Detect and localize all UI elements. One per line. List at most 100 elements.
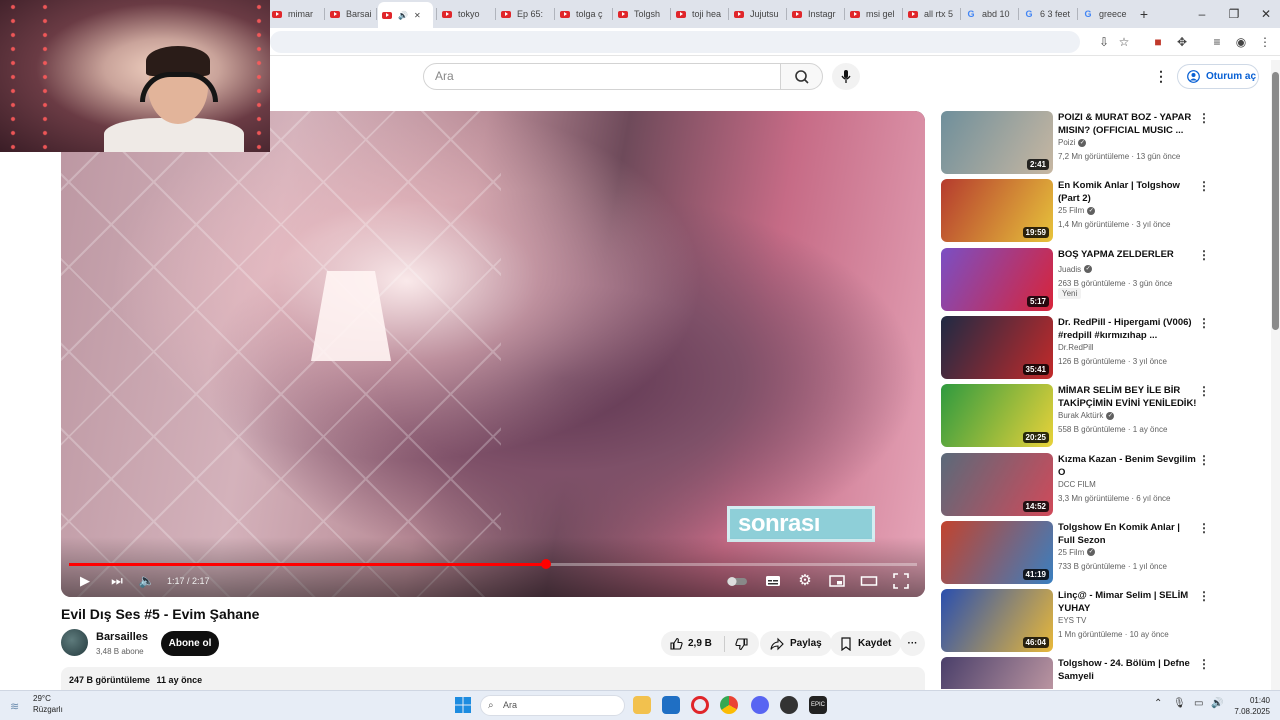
- github-desktop-icon[interactable]: [780, 696, 798, 714]
- suggestion-menu-icon[interactable]: ⋮: [1198, 111, 1210, 125]
- media-control-icon[interactable]: ≡: [1209, 34, 1225, 50]
- opera-gx-icon[interactable]: [691, 696, 709, 714]
- browser-menu-icon[interactable]: ⋮: [1257, 34, 1273, 50]
- suggestion-thumbnail[interactable]: 2:41: [941, 111, 1053, 174]
- profile-icon[interactable]: ◉: [1233, 34, 1249, 50]
- suggestion-title[interactable]: Tolgshow - 24. Bölüm | Defne Samyeli: [1058, 657, 1198, 683]
- file-explorer-icon[interactable]: [633, 696, 651, 714]
- suggestion-thumbnail[interactable]: 46:04: [941, 589, 1053, 653]
- bookmark-star-icon[interactable]: ☆: [1116, 34, 1132, 50]
- autoplay-toggle[interactable]: [725, 572, 749, 590]
- suggestion-item[interactable]: 2:41 POIZI & MURAT BOZ - YAPAR MISIN? (OF…: [941, 111, 1221, 175]
- like-button[interactable]: 2,9 B: [669, 637, 712, 651]
- discord-icon[interactable]: [751, 696, 769, 714]
- suggestion-menu-icon[interactable]: ⋮: [1198, 589, 1210, 603]
- microsoft-store-icon[interactable]: [662, 696, 680, 714]
- browser-tab[interactable]: Jujutsu: [730, 4, 784, 24]
- suggestion-title[interactable]: Tolgshow En Komik Anlar | Full Sezon: [1058, 521, 1198, 547]
- start-windows-icon[interactable]: [454, 696, 472, 714]
- suggestion-channel[interactable]: Poizi ✓: [1058, 138, 1087, 147]
- settings-gear-icon[interactable]: ⚙: [795, 572, 815, 590]
- browser-tab[interactable]: mimar: [268, 4, 322, 24]
- suggestion-menu-icon[interactable]: ⋮: [1198, 657, 1210, 671]
- more-actions-button[interactable]: ···: [900, 631, 925, 656]
- suggestion-item[interactable]: Tolgshow - 24. Bölüm | Defne Samyeli ⋮: [941, 657, 1221, 690]
- browser-tab[interactable]: G 6 3 feet: [1020, 4, 1074, 24]
- taskbar-search[interactable]: ⌕ Ara: [480, 695, 625, 716]
- search-button[interactable]: [780, 63, 823, 90]
- page-scrollbar[interactable]: [1271, 60, 1280, 690]
- address-bar[interactable]: [270, 31, 1080, 53]
- voice-search-button[interactable]: [832, 63, 860, 90]
- suggestion-item[interactable]: 20:25 MİMAR SELİM BEY İLE BİR TAKİPÇİMİN …: [941, 384, 1221, 448]
- suggestion-title[interactable]: POIZI & MURAT BOZ - YAPAR MISIN? (OFFICI…: [1058, 111, 1198, 137]
- save-button[interactable]: Kaydet: [830, 631, 902, 656]
- suggestion-title[interactable]: Kızma Kazan - Benim Sevgilim O: [1058, 453, 1198, 479]
- weather-widget[interactable]: ≋ 29°C Rüzgarlı: [10, 694, 63, 714]
- play-icon[interactable]: ▶: [75, 572, 95, 590]
- suggestion-title[interactable]: MİMAR SELİM BEY İLE BİR TAKİPÇİMİN EVİNİ…: [1058, 384, 1198, 410]
- suggestion-item[interactable]: 41:19 Tolgshow En Komik Anlar | Full Sezo…: [941, 520, 1221, 585]
- suggestion-item[interactable]: 35:41 Dr. RedPill - Hipergami (V006) #red…: [941, 315, 1221, 380]
- suggestion-menu-icon[interactable]: ⋮: [1198, 179, 1210, 193]
- browser-tab[interactable]: Tolgsh: [614, 4, 668, 24]
- suggestion-channel[interactable]: Dr.RedPill: [1058, 343, 1094, 352]
- browser-tab[interactable]: all rtx 5: [904, 4, 958, 24]
- channel-name[interactable]: Barsailles: [96, 631, 148, 643]
- suggestion-menu-icon[interactable]: ⋮: [1198, 316, 1210, 330]
- install-icon[interactable]: ⇩: [1096, 34, 1112, 50]
- fullscreen-icon[interactable]: [891, 572, 911, 590]
- tray-volume-icon[interactable]: 🔊: [1211, 698, 1223, 709]
- share-button[interactable]: Paylaş: [760, 631, 832, 656]
- suggestion-channel[interactable]: 25 Film ✓: [1058, 206, 1096, 215]
- browser-tab[interactable]: 🔊 ✕: [378, 2, 433, 28]
- sign-in-button[interactable]: Oturum aç: [1177, 64, 1259, 89]
- browser-tab[interactable]: msi gel: [846, 4, 900, 24]
- suggestion-channel[interactable]: Burak Aktürk ✓: [1058, 411, 1115, 420]
- progress-scrubber[interactable]: [540, 559, 551, 569]
- suggestion-thumbnail[interactable]: 20:25: [941, 384, 1053, 448]
- theater-mode-icon[interactable]: [859, 572, 879, 590]
- suggestion-item[interactable]: 19:59 En Komik Anlar | Tolgshow (Part 2) 2…: [941, 179, 1221, 243]
- browser-tab[interactable]: Ggreece: [1079, 4, 1133, 24]
- tab-audio-icon[interactable]: 🔊: [398, 11, 408, 20]
- browser-tab[interactable]: tokyo: [438, 4, 492, 24]
- browser-tab[interactable]: Instagr: [788, 4, 842, 24]
- chrome-icon[interactable]: [720, 696, 738, 714]
- suggestion-item[interactable]: 46:04 Linç@ - Mimar Selim | SELİM YUHAY EY…: [941, 589, 1221, 653]
- suggestion-channel[interactable]: DCC FILM: [1058, 480, 1096, 489]
- suggestion-thumbnail[interactable]: [941, 657, 1053, 690]
- new-tab-button[interactable]: +: [1130, 4, 1158, 24]
- channel-avatar[interactable]: [61, 629, 88, 656]
- extension-badge-icon[interactable]: ■: [1150, 34, 1166, 50]
- suggestion-title[interactable]: Linç@ - Mimar Selim | SELİM YUHAY: [1058, 589, 1198, 615]
- thumbs-down-icon[interactable]: [735, 637, 749, 651]
- suggestion-menu-icon[interactable]: ⋮: [1198, 453, 1210, 467]
- scrollbar-thumb[interactable]: [1272, 72, 1279, 330]
- browser-tab[interactable]: tolga ç: [556, 4, 610, 24]
- tab-close-icon[interactable]: ✕: [414, 11, 421, 20]
- suggestion-thumbnail[interactable]: 41:19: [941, 520, 1053, 584]
- minimize-button[interactable]: –: [1188, 4, 1216, 24]
- suggestion-title[interactable]: En Komik Anlar | Tolgshow (Part 2): [1058, 179, 1198, 205]
- suggestion-menu-icon[interactable]: ⋮: [1198, 384, 1210, 398]
- browser-tab[interactable]: Ep 65:: [497, 4, 551, 24]
- epic-games-icon[interactable]: EPIC: [809, 696, 827, 714]
- video-player[interactable]: sonrası ▶ ⏭ 🔈 1:17 / 2:17 ⚙: [61, 111, 925, 597]
- suggestion-channel[interactable]: Juadis ✓: [1058, 265, 1093, 274]
- close-window-button[interactable]: ✕: [1252, 4, 1280, 24]
- miniplayer-icon[interactable]: [827, 572, 847, 590]
- suggestion-thumbnail[interactable]: 5:17: [941, 247, 1053, 311]
- suggestion-title[interactable]: BOŞ YAPMA ZELDERLER: [1058, 248, 1198, 261]
- search-input[interactable]: Ara: [423, 63, 781, 90]
- browser-tab[interactable]: Gabd 10: [962, 4, 1016, 24]
- suggestion-menu-icon[interactable]: ⋮: [1198, 521, 1210, 535]
- volume-icon[interactable]: 🔈: [137, 572, 157, 590]
- settings-more-icon[interactable]: ⋮: [1154, 68, 1168, 85]
- suggestion-channel[interactable]: EYS TV: [1058, 616, 1086, 625]
- suggestion-channel[interactable]: 25 Film ✓: [1058, 548, 1096, 557]
- suggestion-menu-icon[interactable]: ⋮: [1198, 248, 1210, 262]
- suggestion-thumbnail[interactable]: 35:41: [941, 315, 1053, 379]
- suggestion-item[interactable]: 14:52 Kızma Kazan - Benim Sevgilim O DCC F…: [941, 452, 1221, 517]
- system-clock[interactable]: 01:40 7.08.2025: [1226, 695, 1270, 717]
